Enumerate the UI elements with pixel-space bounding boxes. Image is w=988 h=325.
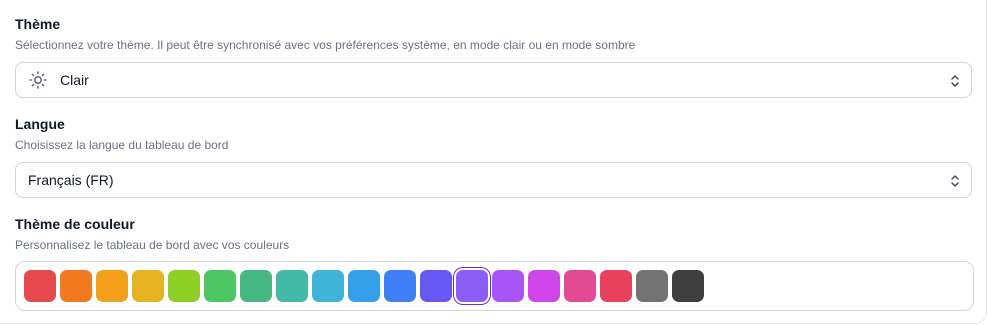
color-swatch[interactable] [672,270,704,302]
color-swatch[interactable] [384,270,416,302]
color-swatch[interactable] [96,270,128,302]
theme-description: Sélectionnez votre thème. Il peut être s… [15,38,636,52]
color-swatch[interactable] [600,270,632,302]
language-title: Langue [15,116,65,132]
color-swatch[interactable] [24,270,56,302]
chevron-up-down-icon [951,75,959,87]
language-select-value: Français (FR) [28,172,114,188]
color-swatch[interactable] [132,270,164,302]
color-swatch[interactable] [636,270,668,302]
color-swatch[interactable] [528,270,560,302]
theme-select[interactable]: Clair [15,62,972,98]
color-theme-title: Thème de couleur [15,216,135,232]
color-swatch-picker [15,261,974,311]
sun-icon [29,71,47,89]
color-theme-description: Personnalisez le tableau de bord avec vo… [15,238,290,252]
language-section: Langue Choisissez la langue du tableau d… [15,116,974,152]
chevron-up-down-icon [951,175,959,187]
color-swatch[interactable] [312,270,344,302]
color-swatch[interactable] [492,270,524,302]
color-swatch[interactable] [564,270,596,302]
color-swatch[interactable] [240,270,272,302]
color-swatch[interactable] [456,270,488,302]
color-swatch[interactable] [276,270,308,302]
color-swatch[interactable] [204,270,236,302]
language-description: Choisissez la langue du tableau de bord [15,138,229,152]
color-swatch[interactable] [60,270,92,302]
theme-section: Thème Sélectionnez votre thème. Il peut … [15,16,974,52]
theme-select-value: Clair [60,72,89,88]
color-swatch[interactable] [420,270,452,302]
theme-title: Thème [15,16,61,32]
color-swatch[interactable] [348,270,380,302]
color-swatch[interactable] [168,270,200,302]
language-select[interactable]: Français (FR) [15,162,972,198]
color-theme-section: Thème de couleur Personnalisez le tablea… [15,216,974,252]
